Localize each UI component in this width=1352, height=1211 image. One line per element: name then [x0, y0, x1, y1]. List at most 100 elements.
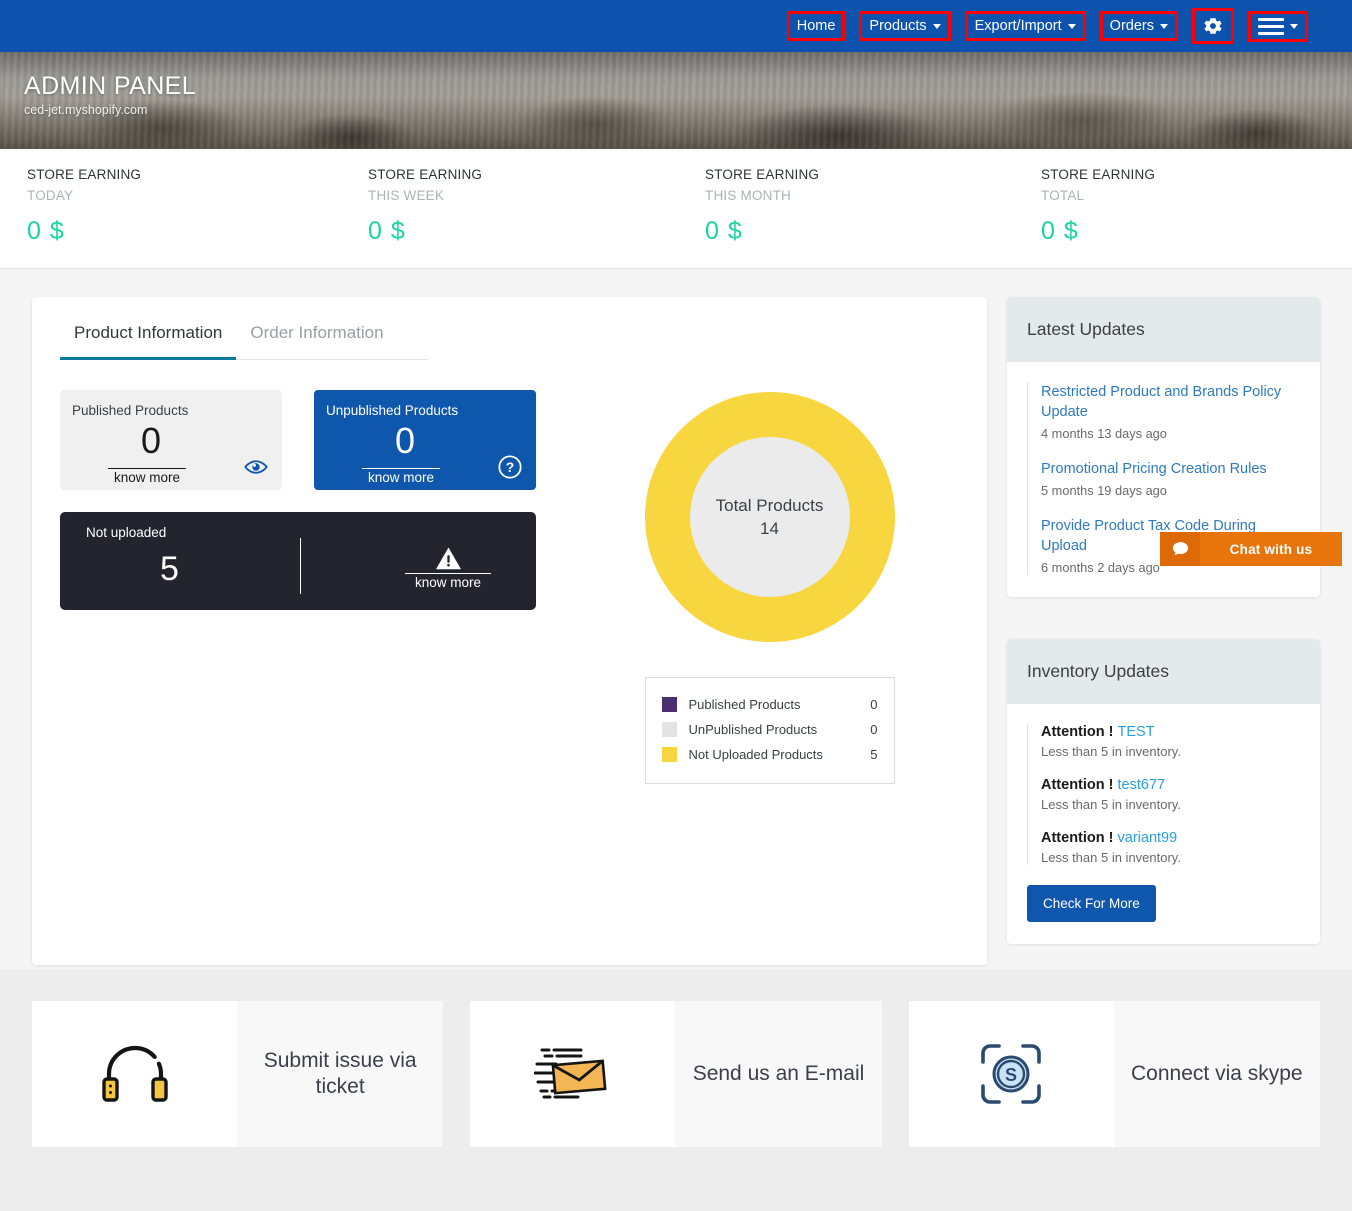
support-card-label: Submit issue via ticket	[263, 1048, 417, 1098]
card-divider	[300, 538, 301, 594]
hero-banner: ADMIN PANEL ced-jet.myshopify.com	[0, 52, 1352, 149]
latest-updates-heading: Latest Updates	[1007, 297, 1320, 362]
inventory-attention-line: Attention ! test677	[1041, 777, 1300, 793]
tab-product-information-label: Product Information	[74, 323, 223, 342]
support-strip: Submit issue via ticket Send us an E-mai…	[0, 969, 1352, 1179]
published-products-label: Published Products	[72, 403, 189, 418]
earnings-title: STORE EARNING	[368, 167, 483, 182]
nav-item-products[interactable]: Products	[859, 10, 951, 42]
update-date: 4 months 13 days ago	[1041, 426, 1167, 441]
nav-item-home[interactable]: Home	[786, 10, 846, 42]
donut-center-label: Total Products	[715, 495, 824, 515]
list-item: Attention ! test677 Less than 5 in inven…	[1041, 777, 1300, 812]
not-uploaded-card[interactable]: Not uploaded 5 know more	[60, 512, 536, 610]
right-sidebar: Latest Updates Restricted Product and Br…	[1007, 297, 1320, 969]
menu-button[interactable]	[1248, 10, 1308, 42]
donut-ring: Total Products 14	[644, 392, 895, 642]
attention-prefix: Attention !	[1041, 830, 1114, 846]
inventory-message: Less than 5 in inventory.	[1041, 850, 1181, 865]
earnings-value: 0 $	[705, 217, 743, 245]
hamburger-icon	[1258, 17, 1284, 35]
unpublished-products-card[interactable]: Unpublished Products 0 know more ?	[314, 390, 536, 490]
support-card-skype[interactable]: S Connect via skype	[908, 1001, 1320, 1147]
hero-text-block: ADMIN PANEL ced-jet.myshopify.com	[0, 52, 1352, 117]
support-icon-container	[470, 1001, 676, 1147]
not-uploaded-value: 5	[160, 550, 179, 588]
support-card-ticket[interactable]: Submit issue via ticket	[32, 1001, 444, 1147]
legend-swatch-not-uploaded	[661, 747, 677, 762]
not-uploaded-know-more-link[interactable]: know more	[405, 573, 491, 590]
earnings-period: THIS WEEK	[368, 188, 445, 203]
legend-value-not-uploaded: 5	[870, 747, 878, 762]
unpublished-know-more-link[interactable]: know more	[362, 468, 440, 485]
inventory-updates-panel: Inventory Updates Attention ! TEST Less …	[1007, 639, 1320, 944]
earnings-title: STORE EARNING	[1041, 167, 1156, 182]
published-know-more-link[interactable]: know more	[108, 468, 186, 485]
check-for-more-button[interactable]: Check For More	[1027, 885, 1156, 922]
earnings-card-total: STORE EARNING TOTAL 0 $	[1016, 167, 1352, 245]
legend-value-unpublished: 0	[870, 722, 878, 737]
update-title-link[interactable]: Restricted Product and Brands Policy Upd…	[1041, 382, 1300, 422]
tab-product-information[interactable]: Product Information	[60, 323, 237, 360]
product-stat-card-row: Published Products 0 know more Unpublish…	[60, 390, 580, 490]
attention-prefix: Attention !	[1041, 724, 1114, 740]
legend-value-published: 0	[870, 697, 878, 712]
product-stat-cards: Published Products 0 know more Unpublish…	[60, 390, 580, 784]
chat-icon-container	[1160, 532, 1200, 566]
unpublished-products-label: Unpublished Products	[326, 403, 459, 418]
inventory-product-link[interactable]: TEST	[1118, 724, 1155, 740]
earnings-card-this-week: STORE EARNING THIS WEEK 0 $	[338, 167, 679, 245]
page-title: ADMIN PANEL	[24, 72, 197, 100]
skype-icon: S	[981, 1044, 1041, 1104]
support-card-email[interactable]: Send us an E-mail	[470, 1001, 882, 1147]
earnings-value: 0 $	[27, 217, 65, 245]
nav-item-home-label: Home	[796, 17, 836, 34]
gear-icon	[1204, 18, 1222, 34]
chevron-down-icon	[1067, 23, 1076, 29]
legend-label-unpublished: UnPublished Products	[688, 722, 818, 737]
inventory-attention-line: Attention ! TEST	[1041, 724, 1300, 740]
main-content: Product Information Order Information Pu…	[0, 269, 1352, 969]
top-navbar: Home Products Export/Import Orders	[0, 0, 1352, 52]
settings-button[interactable]	[1192, 8, 1234, 44]
legend-swatch-unpublished	[661, 722, 677, 737]
earnings-period: THIS MONTH	[705, 188, 791, 203]
svg-text:?: ?	[506, 459, 515, 475]
chevron-down-icon	[1160, 23, 1168, 29]
legend-swatch-published	[661, 697, 677, 712]
inventory-product-link[interactable]: test677	[1118, 777, 1166, 793]
list-item: Restricted Product and Brands Policy Upd…	[1041, 382, 1300, 441]
nav-items: Home Products Export/Import Orders	[786, 8, 1308, 44]
support-icon-container	[32, 1001, 237, 1147]
support-icon-container: S	[908, 1001, 1114, 1147]
nav-item-orders[interactable]: Orders	[1099, 10, 1178, 42]
envelope-icon	[533, 1048, 607, 1099]
legend-item-published: Published Products 0	[661, 692, 878, 717]
support-card-label: Connect via skype	[1131, 1061, 1303, 1085]
earnings-value: 0 $	[368, 217, 406, 245]
chevron-down-icon	[932, 23, 941, 29]
nav-item-export-import[interactable]: Export/Import	[964, 10, 1086, 42]
list-item: Promotional Pricing Creation Rules 5 mon…	[1041, 459, 1300, 498]
eye-icon[interactable]	[243, 454, 269, 480]
earnings-value: 0 $	[1041, 217, 1079, 245]
svg-text:S: S	[1005, 1065, 1017, 1085]
donut-center: Total Products 14	[689, 437, 850, 597]
tab-order-information[interactable]: Order Information	[236, 323, 397, 359]
panel-tabs: Product Information Order Information	[60, 323, 428, 360]
not-uploaded-action[interactable]: know more	[405, 546, 491, 590]
earnings-period: TOTAL	[1041, 188, 1085, 203]
warning-triangle-icon	[435, 547, 461, 570]
attention-prefix: Attention !	[1041, 777, 1114, 793]
earnings-card-this-month: STORE EARNING THIS MONTH 0 $	[679, 167, 1016, 245]
product-information-panel: Product Information Order Information Pu…	[32, 297, 987, 965]
inventory-message: Less than 5 in inventory.	[1041, 797, 1181, 812]
update-title-link[interactable]: Promotional Pricing Creation Rules	[1041, 459, 1300, 479]
published-products-card[interactable]: Published Products 0 know more	[60, 390, 282, 490]
chat-with-us-widget[interactable]: Chat with us	[1160, 532, 1342, 566]
support-card-label: Send us an E-mail	[692, 1061, 865, 1085]
inventory-updates-body: Attention ! TEST Less than 5 in inventor…	[1007, 704, 1320, 944]
inventory-product-link[interactable]: variant99	[1118, 830, 1178, 846]
earnings-title: STORE EARNING	[27, 167, 142, 182]
question-circle-icon[interactable]: ?	[497, 454, 523, 480]
